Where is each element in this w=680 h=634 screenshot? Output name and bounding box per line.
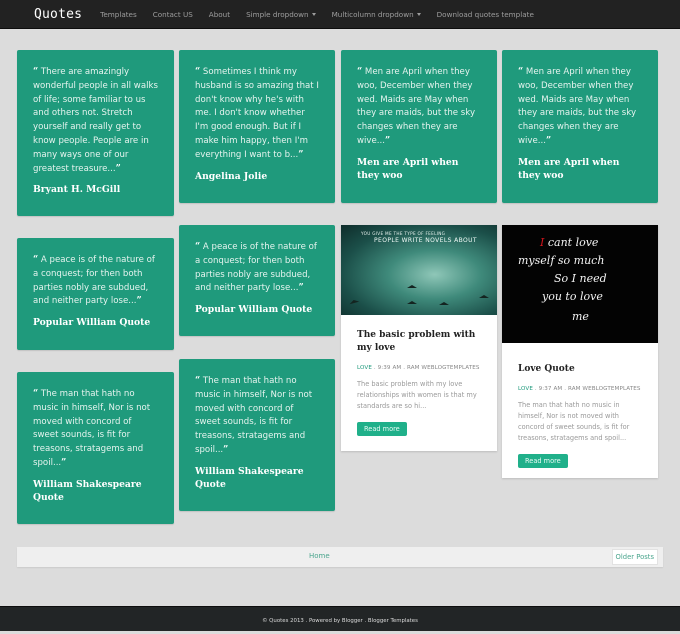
close-quote-icon: ” (545, 135, 552, 146)
quote-body: There are amazingly wonderful people in … (33, 67, 158, 174)
open-quote-icon: “ (357, 67, 363, 77)
quote-text: “ A peace is of the nature of a conquest… (33, 254, 158, 309)
quote-text: “ There are amazingly wonderful people i… (33, 66, 158, 176)
nav-simple-dropdown[interactable]: Simple dropdown (246, 10, 316, 19)
quote-text: “ The man that hath no music in himself,… (33, 388, 158, 471)
quote-text: “ Men are April when they woo, December … (357, 66, 481, 149)
bird-icon (439, 302, 449, 305)
quote-text: “ Men are April when they woo, December … (518, 66, 642, 149)
bird-icon (348, 298, 360, 305)
post-category[interactable]: LOVE (357, 365, 372, 371)
quote-body: Men are April when they woo, December wh… (518, 67, 637, 146)
quote-text: “ Sometimes I think my husband is so ama… (195, 66, 319, 163)
footer-copyright: © Quotes 2013 . Powered by Blogger . Blo… (262, 618, 418, 624)
open-quote-icon: “ (195, 242, 201, 252)
post-body: Love Quote LOVE . 9:37 AM . RAM WEBLOGTE… (502, 343, 658, 480)
quote-body: Sometimes I think my husband is so amazi… (195, 67, 319, 160)
older-posts-button[interactable]: Older Posts (611, 549, 658, 565)
nav-label: Simple dropdown (246, 9, 309, 19)
quote-text: “ The man that hath no music in himself,… (195, 375, 319, 458)
post-excerpt: The man that hath no music in himself, N… (518, 401, 630, 442)
nav-about[interactable]: About (209, 10, 230, 19)
quote-card[interactable]: “ Sometimes I think my husband is so ama… (179, 50, 335, 203)
blog-post-card: I cant love myself so much So I need you… (502, 225, 658, 478)
quote-text: “ A peace is of the nature of a conquest… (195, 241, 319, 296)
quote-card[interactable]: “ The man that hath no music in himself,… (179, 359, 335, 511)
post-excerpt: The basic problem with my love relations… (357, 380, 477, 410)
open-quote-icon: “ (518, 67, 524, 77)
close-quote-icon: ” (298, 283, 304, 294)
nav-label: About (208, 9, 231, 19)
bird-icon (407, 285, 417, 288)
image-line-text: cant love (547, 236, 599, 249)
top-navbar: Quotes Templates Contact US About Simple… (0, 0, 680, 29)
image-caption-small: YOU GIVE ME THE TYPE OF FEELING (361, 231, 446, 236)
blog-post-card: YOU GIVE ME THE TYPE OF FEELING PEOPLE W… (341, 225, 497, 451)
nav-templates[interactable]: Templates (100, 10, 137, 19)
nav-multicolumn-dropdown[interactable]: Multicolumn dropdown (332, 10, 421, 19)
image-line: me (572, 310, 589, 323)
open-quote-icon: “ (195, 67, 201, 77)
quote-author[interactable]: Men are April when they woo (357, 156, 481, 183)
close-quote-icon: ” (223, 444, 229, 455)
post-title[interactable]: Love Quote (518, 363, 642, 376)
nav-label: Contact US (152, 9, 193, 19)
quote-author[interactable]: William Shakespeare Quote (33, 478, 158, 505)
home-link[interactable]: Home (309, 552, 330, 560)
post-meta-details: . 9:39 AM . RAM WEBLOGTEMPLATES (371, 365, 480, 371)
post-meta: LOVE . 9:37 AM . RAM WEBLOGTEMPLATES (518, 386, 642, 392)
quote-body: The man that hath no music in himself, N… (33, 389, 151, 468)
nav-label: Download quotes template (436, 9, 534, 19)
read-more-button[interactable]: Read more (518, 454, 568, 468)
quote-card[interactable]: “ A peace is of the nature of a conquest… (179, 225, 335, 336)
quote-author[interactable]: William Shakespeare Quote (195, 465, 319, 492)
post-body: The basic problem with my love LOVE . 9:… (341, 315, 497, 448)
quote-body: The man that hath no music in himself, N… (195, 376, 313, 455)
quote-card[interactable]: “ Men are April when they woo, December … (341, 50, 497, 203)
open-quote-icon: “ (33, 67, 39, 77)
close-quote-icon: ” (115, 163, 121, 174)
quote-author[interactable]: Popular William Quote (33, 316, 158, 330)
post-meta: LOVE . 9:39 AM . RAM WEBLOGTEMPLATES (357, 365, 481, 371)
image-line: So I need (554, 272, 607, 285)
nav-label: Multicolumn dropdown (331, 9, 414, 19)
open-quote-icon: “ (33, 389, 39, 399)
pagination-bar: Home Older Posts (17, 547, 663, 567)
quote-card[interactable]: “ There are amazingly wonderful people i… (17, 50, 174, 216)
caret-down-icon (311, 12, 316, 16)
read-more-button[interactable]: Read more (357, 422, 407, 436)
close-quote-icon: ” (298, 149, 304, 160)
post-meta-details: . 9:37 AM . RAM WEBLOGTEMPLATES (532, 386, 641, 392)
post-title[interactable]: The basic problem with my love (357, 329, 481, 355)
nav-label: Templates (100, 9, 137, 19)
quote-author[interactable]: Angelina Jolie (195, 170, 319, 184)
post-image-birds[interactable]: YOU GIVE ME THE TYPE OF FEELING PEOPLE W… (341, 225, 497, 315)
post-category[interactable]: LOVE (518, 386, 533, 392)
image-line: you to love (542, 290, 603, 303)
image-line: myself so much (518, 254, 605, 267)
open-quote-icon: “ (195, 376, 201, 386)
close-quote-icon: ” (61, 457, 67, 468)
quote-card[interactable]: “ Men are April when they woo, December … (502, 50, 658, 203)
quote-author[interactable]: Men are April when they woo (518, 156, 642, 183)
footer: © Quotes 2013 . Powered by Blogger . Blo… (0, 606, 680, 631)
close-quote-icon: ” (136, 296, 142, 307)
bird-icon (479, 295, 489, 298)
quote-author[interactable]: Popular William Quote (195, 303, 319, 317)
post-image-love-quote[interactable]: I cant love myself so much So I need you… (502, 225, 658, 343)
brand-logo[interactable]: Quotes (34, 7, 82, 22)
quote-card[interactable]: “ The man that hath no music in himself,… (17, 372, 174, 524)
image-first-letter: I (540, 236, 545, 249)
quote-body: Men are April when they woo, December wh… (357, 67, 476, 146)
quote-card[interactable]: “ A peace is of the nature of a conquest… (17, 238, 174, 350)
caret-down-icon (416, 12, 421, 16)
bird-icon (407, 301, 417, 304)
open-quote-icon: “ (33, 255, 39, 265)
close-quote-icon: ” (384, 135, 391, 146)
nav-download-template[interactable]: Download quotes template (437, 10, 534, 19)
image-line: I cant love (540, 235, 598, 251)
nav-contact-us[interactable]: Contact US (153, 10, 193, 19)
image-caption-big: PEOPLE WRITE NOVELS ABOUT (374, 237, 477, 244)
quote-author[interactable]: Bryant H. McGill (33, 183, 158, 197)
